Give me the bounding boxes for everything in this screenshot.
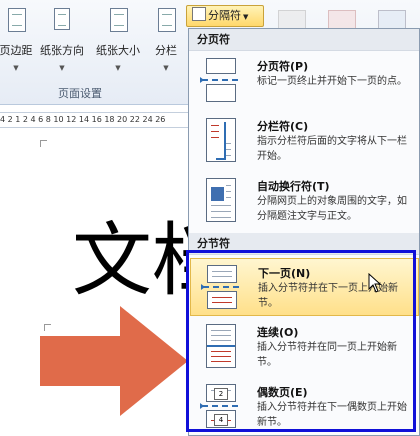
right-arrow-shape[interactable] (40, 306, 190, 416)
menu-item-page-break[interactable]: 分页符(P) 标记一页终止并开始下一页的点。 (190, 52, 419, 110)
document-area[interactable]: 文档 (0, 128, 232, 436)
margins-label: 页边距 (0, 44, 33, 57)
columns-icon (154, 6, 178, 36)
menu-item-title: 偶数页(E) (257, 386, 308, 399)
menu-item-title: 分栏符(C) (257, 120, 309, 133)
page-setup-group-label: 页面设置 (58, 87, 102, 100)
chevron-down-icon: ▼ (13, 64, 19, 72)
menu-item-title: 连续(O) (257, 326, 299, 339)
columns-button[interactable]: 分栏 ▼ (144, 4, 188, 78)
page-break-icon (200, 58, 238, 102)
crop-mark (40, 140, 47, 147)
section-breaks-header: 分节符 (189, 233, 419, 255)
paper-size-button[interactable]: 纸张大小 ▼ (96, 4, 140, 78)
menu-item-desc: 指示分栏符后面的文字将从下一栏开始。 (257, 136, 407, 162)
chevron-down-icon: ▼ (115, 64, 121, 72)
page-breaks-header: 分页符 (189, 29, 419, 51)
arrow-fill (40, 306, 188, 416)
column-break-icon (202, 118, 238, 162)
paper-size-label: 纸张大小 (96, 44, 140, 57)
menu-item-text-wrapping[interactable]: 自动换行符(T) 分隔网页上的对象周围的文字，如分隔题注文字与正文。 (190, 172, 419, 230)
menu-item-desc: 分隔网页上的对象周围的文字，如分隔题注文字与正文。 (257, 196, 407, 222)
menu-item-desc: 插入分节符并在下一偶数页上开始新节。 (257, 402, 407, 428)
chevron-down-icon: ▼ (59, 64, 65, 72)
menu-item-even-page[interactable]: 2 4 偶数页(E) 插入分节符并在下一偶数页上开始新节。 (190, 378, 419, 435)
menu-item-desc: 插入分节符并在下一页上开始新节。 (258, 283, 398, 309)
menu-item-title: 下一页(N) (258, 267, 311, 280)
ruler-ticks: 4 2 1 2 4 6 8 10 12 14 16 18 20 22 24 26 (0, 115, 166, 124)
margins-icon (4, 6, 28, 36)
orientation-label: 纸张方向 (40, 44, 84, 57)
menu-item-continuous[interactable]: 连续(O) 插入分节符并在同一页上开始新节。 (190, 318, 419, 376)
menu-item-desc: 插入分节符并在同一页上开始新节。 (257, 342, 397, 368)
continuous-icon (202, 324, 238, 368)
menu-item-title: 自动换行符(T) (257, 180, 330, 193)
orientation-icon (50, 6, 74, 36)
breaks-dropdown-menu: 分页符 分页符(P) 标记一页终止并开始下一页的点。 分栏符(C) 指示分栏符后… (188, 28, 420, 436)
next-page-icon (201, 265, 239, 309)
columns-label: 分栏 (155, 44, 177, 57)
chevron-down-icon: ▼ (163, 64, 169, 72)
chevron-down-icon: ▼ (243, 13, 249, 21)
breaks-button[interactable]: 分隔符 ▼ (186, 5, 264, 27)
menu-item-next-page[interactable]: 下一页(N) 插入分节符并在下一页上开始新节。 (190, 258, 419, 316)
menu-item-title: 分页符(P) (257, 60, 309, 73)
paper-size-icon (106, 6, 130, 36)
menu-item-desc: 标记一页终止并开始下一页的点。 (257, 76, 407, 87)
margins-button[interactable]: 页边距 ▼ (0, 4, 38, 78)
text-wrap-icon (202, 178, 238, 222)
horizontal-ruler[interactable]: 4 2 1 2 4 6 8 10 12 14 16 18 20 22 24 26 (0, 112, 188, 128)
menu-item-column-break[interactable]: 分栏符(C) 指示分栏符后面的文字将从下一栏开始。 (190, 112, 419, 170)
orientation-button[interactable]: 纸张方向 ▼ (40, 4, 84, 78)
even-page-icon: 2 4 (200, 384, 238, 428)
breaks-label: 分隔符 (208, 9, 241, 22)
mouse-cursor-icon (368, 273, 382, 293)
page-break-icon (192, 7, 206, 21)
